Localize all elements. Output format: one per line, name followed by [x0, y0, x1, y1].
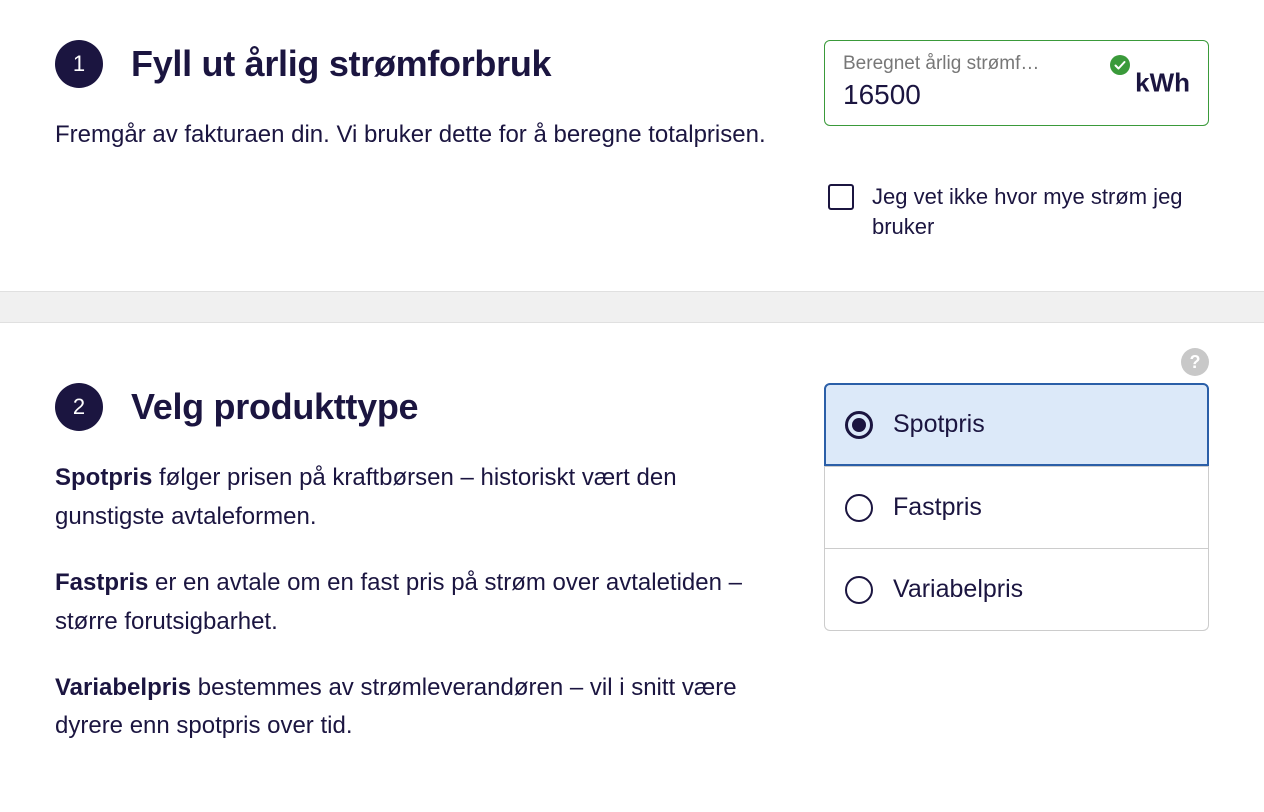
step-1-section: 1 Fyll ut årlig strømforbruk Fremgår av … [0, 0, 1264, 291]
unknown-consumption-checkbox[interactable] [828, 184, 854, 210]
spotpris-term: Spotpris [55, 464, 152, 491]
section-divider [0, 291, 1264, 323]
step-1-description: Fremgår av fakturaen din. Vi bruker dett… [55, 116, 784, 154]
fastpris-desc: er en avtale om en fast pris på strøm ov… [55, 569, 742, 634]
radio-option-variabelpris[interactable]: Variabelpris [824, 549, 1209, 631]
step-badge-1: 1 [55, 40, 103, 88]
radio-circle-icon [845, 494, 873, 522]
consumption-input-unit: kWh [1135, 68, 1190, 99]
step-1-title: Fyll ut årlig strømforbruk [131, 43, 551, 85]
radio-option-fastpris[interactable]: Fastpris [824, 466, 1209, 549]
fastpris-term: Fastpris [55, 569, 148, 596]
product-type-radio-group: Spotpris Fastpris Variabelpris [824, 383, 1209, 631]
checkmark-icon [1110, 55, 1130, 75]
step-badge-2: 2 [55, 383, 103, 431]
variabelpris-term: Variabelpris [55, 674, 191, 701]
radio-label: Variabelpris [893, 575, 1023, 604]
consumption-input[interactable]: Beregnet årlig strømf… 16500 kWh [824, 40, 1209, 126]
step-2-description: Spotpris følger prisen på kraftbørsen – … [55, 459, 784, 745]
radio-circle-icon [845, 576, 873, 604]
unknown-consumption-label: Jeg vet ikke hvor mye strøm jeg bruker [872, 182, 1209, 241]
consumption-input-label: Beregnet årlig strømf… [843, 53, 1093, 75]
help-icon[interactable]: ? [1181, 348, 1209, 376]
radio-option-spotpris[interactable]: Spotpris [824, 383, 1209, 466]
svg-text:?: ? [1190, 352, 1201, 372]
step-2-section: 2 Velg produkttype Spotpris følger prise… [0, 323, 1264, 795]
step-2-title: Velg produkttype [131, 386, 418, 428]
radio-circle-icon [845, 411, 873, 439]
radio-label: Spotpris [893, 410, 985, 439]
radio-label: Fastpris [893, 493, 982, 522]
